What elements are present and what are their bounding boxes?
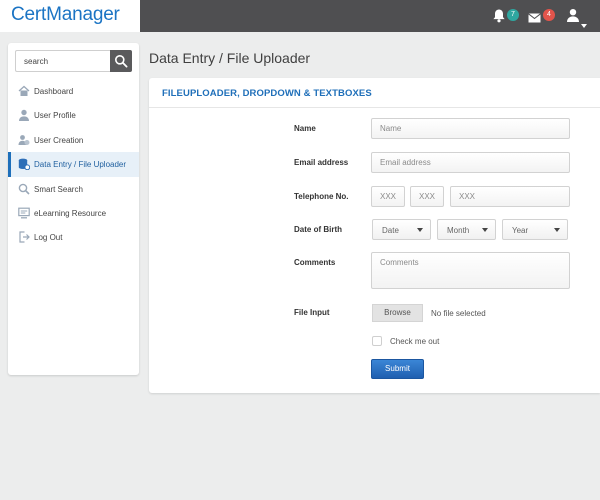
sidebar-item-dashboard[interactable]: Dashboard xyxy=(8,79,139,103)
select-value: Month xyxy=(447,226,470,235)
sidebar-nav: Dashboard User Profile User Creation Dat… xyxy=(8,79,139,250)
sidebar-item-label: Log Out xyxy=(34,233,63,243)
home-icon xyxy=(18,85,30,97)
caret-down-icon[interactable] xyxy=(581,15,587,28)
users-icon xyxy=(18,134,30,146)
search-input[interactable] xyxy=(15,50,111,72)
sidebar: Dashboard User Profile User Creation Dat… xyxy=(8,43,139,375)
sidebar-item-elearning[interactable]: eLearning Resource xyxy=(8,201,139,225)
user-icon xyxy=(18,109,30,122)
brand-logo[interactable]: CertManager xyxy=(11,4,120,26)
panel-header: FILEUPLOADER, DROPDOWN & TEXTBOXES xyxy=(149,78,600,108)
submit-button[interactable]: Submit xyxy=(371,359,424,379)
sidebar-item-label: Data Entry / File Uploader xyxy=(34,160,127,170)
select-value: Date xyxy=(382,226,399,235)
email-label: Email address xyxy=(294,158,349,167)
dob-month-select[interactable]: Month xyxy=(437,219,496,240)
monitor-icon xyxy=(18,207,30,219)
check-me-out-checkbox[interactable] xyxy=(372,336,382,346)
checkbox-label[interactable]: Check me out xyxy=(390,337,439,346)
page-title: Data Entry / File Uploader xyxy=(149,50,311,66)
sidebar-search xyxy=(15,50,132,72)
logout-icon xyxy=(18,231,30,243)
file-input-label: File Input xyxy=(294,308,330,317)
envelope-icon[interactable] xyxy=(528,10,544,26)
panel-title: FILEUPLOADER, DROPDOWN & TEXTBOXES xyxy=(162,88,372,99)
sidebar-item-label: Smart Search xyxy=(34,184,83,194)
notifications-badge: 7 xyxy=(507,9,519,21)
sidebar-item-user-profile[interactable]: User Profile xyxy=(8,103,139,127)
dob-date-select[interactable]: Date xyxy=(372,219,431,240)
chevron-down-icon xyxy=(417,228,423,232)
email-field[interactable] xyxy=(371,152,570,173)
chevron-down-icon xyxy=(482,228,488,232)
browse-button[interactable]: Browse xyxy=(372,304,423,322)
chevron-down-icon xyxy=(554,228,560,232)
brand-area: CertManager xyxy=(0,0,140,32)
sidebar-item-data-entry[interactable]: Data Entry / File Uploader xyxy=(8,152,139,177)
dob-label: Date of Birth xyxy=(294,225,342,234)
sidebar-item-label: User Profile xyxy=(34,111,76,121)
bell-icon[interactable] xyxy=(492,8,508,24)
dob-year-select[interactable]: Year xyxy=(502,219,568,240)
name-field[interactable] xyxy=(371,118,570,139)
telephone-line-field[interactable] xyxy=(450,186,570,207)
search-icon xyxy=(115,55,128,68)
search-icon xyxy=(18,183,30,195)
database-upload-icon xyxy=(18,158,31,171)
telephone-area-field[interactable] xyxy=(371,186,405,207)
telephone-label: Telephone No. xyxy=(294,192,349,201)
file-status-text: No file selected xyxy=(431,309,486,318)
sidebar-item-label: eLearning Resource xyxy=(34,208,107,218)
messages-badge: 4 xyxy=(543,9,555,21)
comments-field[interactable] xyxy=(371,252,570,289)
comments-label: Comments xyxy=(294,258,336,267)
name-label: Name xyxy=(294,124,316,133)
sidebar-item-logout[interactable]: Log Out xyxy=(8,225,139,249)
sidebar-item-user-creation[interactable]: User Creation xyxy=(8,128,139,152)
user-icon[interactable] xyxy=(566,8,582,24)
sidebar-item-label: Dashboard xyxy=(34,87,74,96)
sidebar-item-smart-search[interactable]: Smart Search xyxy=(8,177,139,201)
select-value: Year xyxy=(512,226,529,235)
search-button[interactable] xyxy=(110,50,132,72)
sidebar-item-label: User Creation xyxy=(34,135,84,145)
telephone-prefix-field[interactable] xyxy=(410,186,444,207)
top-navbar: CertManager 7 4 xyxy=(0,0,600,32)
form-panel: FILEUPLOADER, DROPDOWN & TEXTBOXES Name … xyxy=(149,78,600,393)
